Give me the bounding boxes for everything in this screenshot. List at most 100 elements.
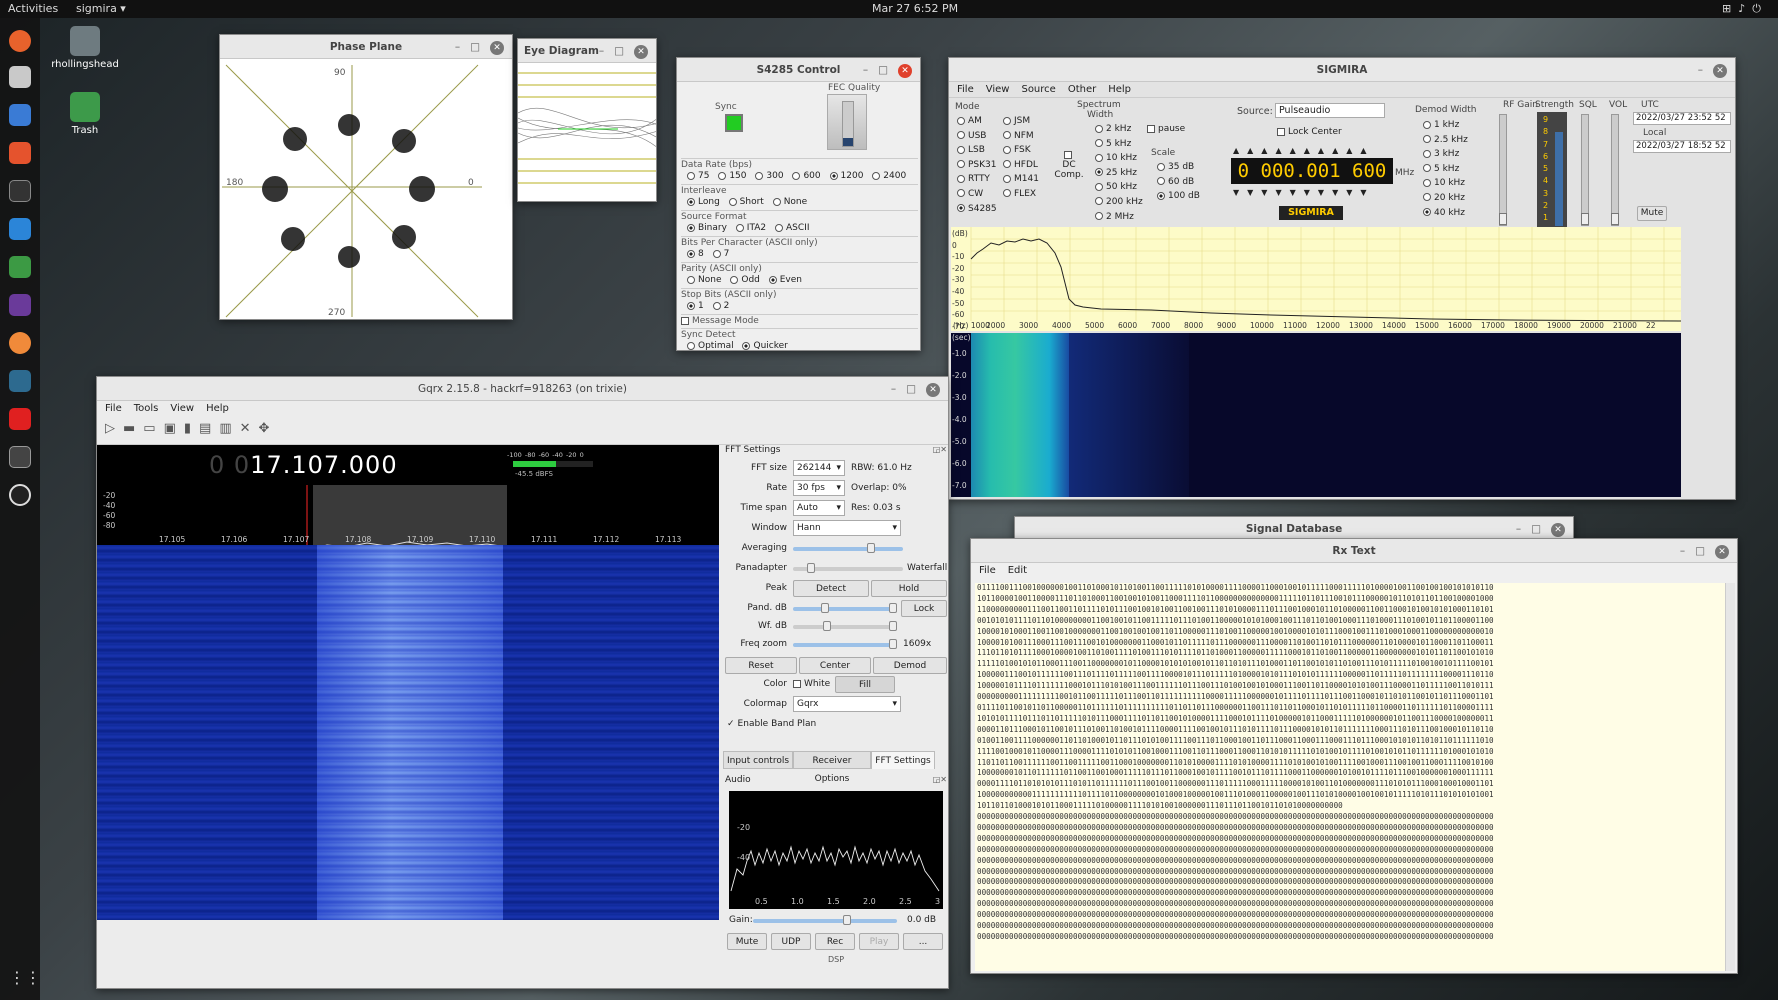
open-icon[interactable]: ▭ xyxy=(143,421,163,436)
rx-menu-file[interactable]: File xyxy=(979,565,996,576)
mode-cw[interactable]: CW xyxy=(957,187,997,202)
tab-receiver-options[interactable]: Receiver Options xyxy=(793,751,871,784)
obs-icon[interactable] xyxy=(9,484,31,506)
dc-comp-checkbox[interactable]: DC Comp. xyxy=(1053,150,1085,180)
width-50khz[interactable]: 50 kHz xyxy=(1095,180,1143,195)
app2-icon[interactable] xyxy=(9,332,31,354)
tools-icon[interactable]: ✕ xyxy=(240,421,259,436)
sigmira-titlebar[interactable]: SIGMIRA – ✕ xyxy=(949,58,1735,82)
app-icon[interactable] xyxy=(9,294,31,316)
demod-40khz[interactable]: 40 kHz xyxy=(1423,206,1468,221)
rx-text-titlebar[interactable]: Rx Text –□ ✕ xyxy=(971,539,1737,563)
gqrx-menu-file[interactable]: File xyxy=(105,403,122,414)
maximize-icon[interactable]: □ xyxy=(614,45,634,57)
gqrx-menu-tools[interactable]: Tools xyxy=(134,403,159,414)
maximize-icon[interactable]: □ xyxy=(878,64,898,76)
mute-audio-button[interactable]: Mute xyxy=(727,933,767,950)
move-icon[interactable]: ✥ xyxy=(259,421,278,436)
spreadsheet-icon[interactable] xyxy=(9,256,31,278)
maximize-icon[interactable]: □ xyxy=(1695,545,1715,557)
minimize-icon[interactable]: – xyxy=(1680,545,1695,557)
pan-wf-ratio-slider[interactable] xyxy=(793,563,903,573)
scale-60db[interactable]: 60 dB xyxy=(1157,175,1200,190)
freq-up-arrows[interactable]: ▲▲▲▲▲▲▲▲▲▲ xyxy=(1233,146,1393,155)
audio-dock-controls-icon[interactable]: ◲✕ xyxy=(933,775,947,784)
center-button[interactable]: Center xyxy=(799,657,871,674)
vol-slider[interactable] xyxy=(1611,114,1619,226)
activities-button[interactable]: Activities xyxy=(8,2,58,15)
mode-rtty[interactable]: RTTY xyxy=(957,172,997,187)
terminal-icon[interactable] xyxy=(9,180,31,202)
mode-flex[interactable]: FLEX xyxy=(1003,187,1039,202)
sync-optimal[interactable]: Optimal xyxy=(687,341,734,350)
menu-help[interactable]: Help xyxy=(1108,84,1131,95)
lock-center-checkbox[interactable]: Lock Center xyxy=(1277,127,1342,137)
clock[interactable]: Mar 27 6:52 PM xyxy=(872,2,958,15)
mode-nfm[interactable]: NFM xyxy=(1003,129,1039,144)
width-10khz[interactable]: 10 kHz xyxy=(1095,151,1143,166)
maximize-icon[interactable]: □ xyxy=(1531,523,1551,535)
width-200khz[interactable]: 200 kHz xyxy=(1095,195,1143,210)
bits-8[interactable]: 8 xyxy=(687,249,704,259)
play-button[interactable]: Play xyxy=(859,933,899,950)
close-icon[interactable]: ✕ xyxy=(1551,523,1565,537)
phase-plane-titlebar[interactable]: Phase Plane –□ ✕ xyxy=(220,35,512,59)
rate-2400[interactable]: 2400 xyxy=(872,171,906,181)
gqrx-menu-view[interactable]: View xyxy=(170,403,194,414)
fft-size-select[interactable]: 262144 xyxy=(793,460,845,476)
desktop-home[interactable]: rhollingshead xyxy=(50,26,120,70)
stop-2[interactable]: 2 xyxy=(712,301,729,311)
source-field[interactable]: Pulseaudio xyxy=(1275,103,1385,118)
firefox-icon[interactable] xyxy=(9,30,31,52)
demod-2-5khz[interactable]: 2.5 kHz xyxy=(1423,133,1468,148)
hardware-icon[interactable]: ▬ xyxy=(123,421,143,436)
width-2khz[interactable]: 2 kHz xyxy=(1095,122,1143,137)
menu-view[interactable]: View xyxy=(986,84,1010,95)
width-2mhz[interactable]: 2 MHz xyxy=(1095,210,1143,225)
parity-odd[interactable]: Odd xyxy=(730,275,760,285)
parity-none[interactable]: None xyxy=(687,275,721,285)
eye-diagram-titlebar[interactable]: Eye Diagram –□ ✕ xyxy=(518,39,656,63)
demod-5khz[interactable]: 5 kHz xyxy=(1423,162,1468,177)
close-icon[interactable]: ✕ xyxy=(926,383,940,397)
mute-button[interactable]: Mute xyxy=(1637,206,1667,221)
interleave-long[interactable]: Long xyxy=(687,197,720,207)
close-icon[interactable]: ✕ xyxy=(1713,64,1727,78)
s4285-titlebar[interactable]: S4285 Control –□ ✕ xyxy=(677,58,920,82)
audio-gain-slider[interactable] xyxy=(753,915,897,925)
averaging-slider[interactable] xyxy=(793,543,903,553)
rate-1200[interactable]: 1200 xyxy=(829,171,863,181)
app-menu[interactable]: sigmira ▾ xyxy=(76,2,126,15)
mode-psk31[interactable]: PSK31 xyxy=(957,158,997,173)
rf-gain-slider[interactable] xyxy=(1499,114,1507,226)
mode-am[interactable]: AM xyxy=(957,114,997,129)
more-button[interactable]: ... xyxy=(903,933,943,950)
screenshot-icon[interactable]: ▥ xyxy=(219,421,239,436)
close-icon[interactable]: ✕ xyxy=(490,41,504,55)
tab-input-controls[interactable]: Input controls xyxy=(723,751,793,769)
freq-down-arrows[interactable]: ▼▼▼▼▼▼▼▼▼▼ xyxy=(1233,188,1393,197)
mode-s4285[interactable]: S4285 xyxy=(957,202,997,217)
gqrx-menu-help[interactable]: Help xyxy=(206,403,229,414)
rx-text-scrollbar[interactable] xyxy=(1725,583,1735,971)
rate-300[interactable]: 300 xyxy=(755,171,784,181)
close-icon[interactable]: ✕ xyxy=(1715,545,1729,559)
window-select[interactable]: Hann xyxy=(793,520,901,536)
demod-button[interactable]: Demod xyxy=(873,657,947,674)
interleave-short[interactable]: Short xyxy=(728,197,764,207)
detect-button[interactable]: Detect xyxy=(793,580,869,597)
dock-controls-icon[interactable]: ◲✕ xyxy=(933,445,947,454)
sql-slider[interactable] xyxy=(1581,114,1589,226)
sigmira-waterfall[interactable]: (sec) -1.0 -2.0 -3.0 -4.0 -5.0 -6.0 -7.0 xyxy=(951,333,1681,497)
rx-menu-edit[interactable]: Edit xyxy=(1008,565,1027,576)
pand-db-slider[interactable] xyxy=(793,603,897,613)
bits-7[interactable]: 7 xyxy=(712,249,729,259)
lock-button[interactable]: Lock xyxy=(901,600,947,617)
system-tray[interactable]: ⊞♪⏻ xyxy=(1722,2,1768,16)
minimize-icon[interactable]: – xyxy=(1698,64,1713,76)
wf-db-slider[interactable] xyxy=(793,621,897,631)
udp-button[interactable]: UDP xyxy=(771,933,811,950)
scope-icon[interactable] xyxy=(9,446,31,468)
format-binary[interactable]: Binary xyxy=(687,223,727,233)
desktop-trash[interactable]: Trash xyxy=(50,92,120,136)
